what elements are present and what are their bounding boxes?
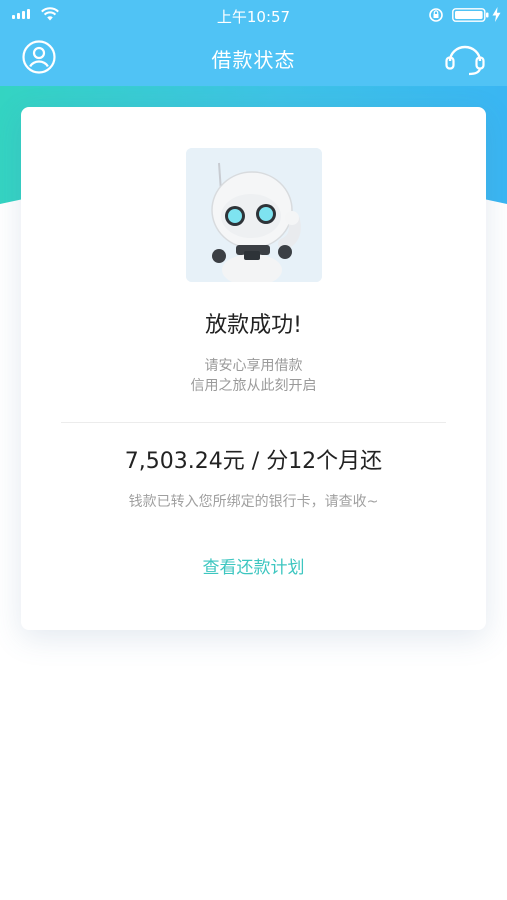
orientation-lock-icon [429, 8, 443, 22]
result-card: 放款成功! 请安心享用借款 信用之旅从此刻开启 7,503.24元 / 分12个… [21, 107, 486, 630]
transfer-note: 钱款已转入您所绑定的银行卡，请查收~ [128, 494, 379, 510]
nav-bar: 借款状态 [0, 30, 507, 86]
loan-term: 分12个月还 [266, 449, 383, 474]
result-subtitle-line2: 信用之旅从此刻开启 [190, 378, 317, 394]
charging-icon [492, 7, 501, 22]
loan-status-screen: 上午10:57 借款状态 放款成功! 请安心享用借款 信用之旅从此刻开启 7,5… [0, 0, 507, 900]
top-bar: 上午10:57 借款状态 [0, 0, 507, 86]
card-divider [61, 422, 446, 423]
view-repayment-plan-link[interactable]: 查看还款计划 [21, 553, 486, 578]
battery-icon [452, 8, 489, 22]
robot-mascot-image [186, 148, 322, 282]
page-title: 借款状态 [211, 48, 296, 72]
loan-amount: 7,503.24元 [124, 449, 245, 474]
amount-separator: / [244, 449, 267, 474]
result-headline: 放款成功! [205, 313, 302, 338]
result-subtitle-line1: 请安心享用借款 [204, 358, 303, 374]
amount-row: 7,503.24元 / 分12个月还 [21, 443, 486, 475]
headset-icon[interactable] [444, 39, 486, 77]
status-bar: 上午10:57 [0, 0, 507, 30]
